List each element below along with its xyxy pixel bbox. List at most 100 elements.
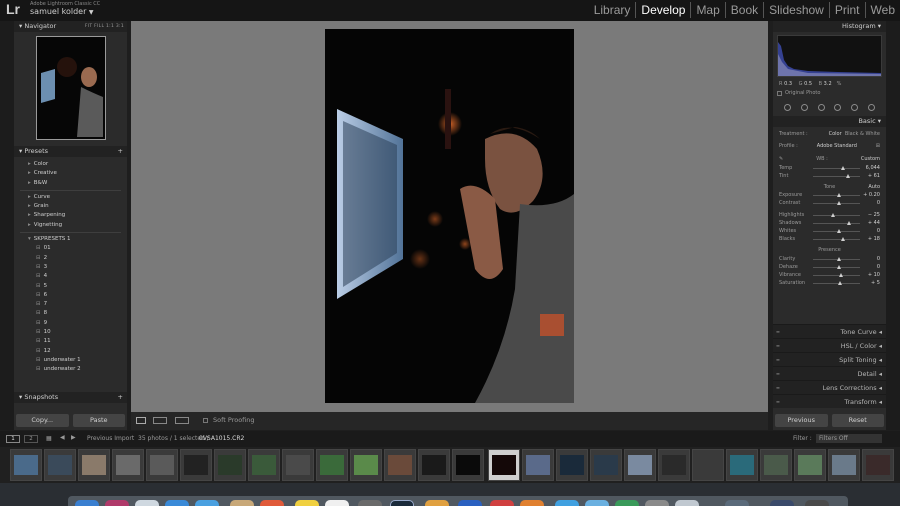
preset-item[interactable]: ⊟ 6 [14, 291, 127, 300]
module-map[interactable]: Map [690, 2, 724, 18]
page-2-button[interactable]: 2 [24, 435, 38, 443]
wb-eyedropper-icon[interactable]: ✎ [779, 155, 783, 163]
filmstrip-thumbnail[interactable] [794, 449, 826, 481]
safari-icon[interactable] [165, 500, 189, 506]
filmstrip-thumbnail[interactable] [522, 449, 554, 481]
add-snapshot-icon[interactable]: + [118, 392, 123, 403]
preset-item[interactable]: ⊟ 12 [14, 347, 127, 356]
adjustment-brush-icon[interactable] [868, 103, 876, 111]
snapshots-header[interactable]: ▾ Snapshots + [14, 392, 127, 403]
histogram[interactable] [777, 35, 882, 77]
notes-icon[interactable] [295, 500, 319, 506]
split-toning-panel[interactable]: ▬ Split Toning ◂ [773, 352, 886, 366]
preset-item[interactable]: ⊟ 3 [14, 263, 127, 272]
app-icon[interactable] [615, 500, 639, 506]
filmstrip-thumbnail[interactable] [10, 449, 42, 481]
module-develop[interactable]: Develop [635, 2, 690, 18]
preset-group[interactable]: ▸ Sharpening [14, 211, 127, 220]
preset-item[interactable]: ⊟ 11 [14, 337, 127, 346]
detail-panel[interactable]: ▬ Detail ◂ [773, 366, 886, 380]
vibrance-slider[interactable]: Vibrance + 10 [773, 271, 886, 279]
filmstrip-thumbnail[interactable] [146, 449, 178, 481]
module-slideshow[interactable]: Slideshow [763, 2, 829, 18]
user-identity[interactable]: samuel kolder ▼ [30, 7, 94, 16]
filmstrip-thumbnail[interactable] [384, 449, 416, 481]
app-icon[interactable] [358, 500, 382, 506]
original-photo-toggle[interactable]: Original Photo [773, 90, 886, 96]
filmstrip-thumbnail[interactable] [214, 449, 246, 481]
app-icon[interactable] [490, 500, 514, 506]
finder-icon[interactable] [75, 500, 99, 506]
filmstrip-thumbnail[interactable] [282, 449, 314, 481]
add-preset-icon[interactable]: + [118, 146, 123, 157]
preset-item[interactable]: ⊟ 01 [14, 244, 127, 253]
preset-item[interactable]: ⊟ underwater 1 [14, 356, 127, 365]
preset-group[interactable]: ▸ Creative [14, 169, 127, 178]
app-icon[interactable] [520, 500, 544, 506]
copy-button[interactable]: Copy... [16, 414, 69, 427]
exposure-slider[interactable]: Exposure + 0.20 [773, 191, 886, 199]
loupe-view-icon[interactable] [136, 417, 146, 424]
auto-tone-button[interactable]: Auto [868, 183, 880, 191]
crop-tool-icon[interactable] [783, 103, 791, 111]
trash-icon[interactable] [805, 500, 829, 506]
navigator-preview[interactable] [36, 36, 106, 140]
back-arrow-icon[interactable]: ◀ [60, 434, 65, 441]
right-panel-edge[interactable] [886, 21, 900, 430]
graduated-filter-icon[interactable] [834, 103, 842, 111]
preset-group[interactable]: ▸ Color [14, 160, 127, 169]
forward-arrow-icon[interactable]: ▶ [71, 434, 76, 441]
whites-slider[interactable]: Whites 0 [773, 227, 886, 235]
temp-slider[interactable]: Temp 6,044 [773, 164, 886, 172]
filmstrip-thumbnail[interactable] [418, 449, 450, 481]
filmstrip-thumbnail[interactable] [726, 449, 758, 481]
red-eye-icon[interactable] [817, 103, 825, 111]
filmstrip-thumbnail[interactable] [862, 449, 894, 481]
filmstrip-thumbnail[interactable] [692, 449, 724, 481]
filmstrip-thumbnail[interactable] [828, 449, 860, 481]
reminders-icon[interactable] [325, 500, 349, 506]
tint-slider[interactable]: Tint + 61 [773, 172, 886, 180]
lens-corrections-panel[interactable]: ▬ Lens Corrections ◂ [773, 380, 886, 394]
filmstrip-thumbnail-selected[interactable] [488, 449, 520, 481]
filmstrip-thumbnail[interactable] [452, 449, 484, 481]
navigator-header[interactable]: ▾ Navigator FIT FILL 1:1 3:1 [14, 21, 127, 32]
preset-item[interactable]: ⊟ 9 [14, 319, 127, 328]
previous-button[interactable]: Previous [775, 414, 828, 427]
clarity-slider[interactable]: Clarity 0 [773, 255, 886, 263]
filmstrip-thumbnail[interactable] [590, 449, 622, 481]
compare-icon[interactable] [175, 417, 189, 424]
highlights-slider[interactable]: Highlights − 25 [773, 211, 886, 219]
app-icon[interactable] [458, 500, 482, 506]
basic-header[interactable]: Basic ▾ [773, 116, 886, 127]
mail-icon[interactable] [195, 500, 219, 506]
module-print[interactable]: Print [828, 2, 865, 18]
app-icon[interactable] [645, 500, 669, 506]
preset-item[interactable]: ⊟ 10 [14, 328, 127, 337]
photo-preview[interactable] [325, 29, 574, 403]
histogram-header[interactable]: Histogram ▾ [773, 21, 886, 32]
app-icon[interactable] [425, 500, 449, 506]
app-icon[interactable] [675, 500, 699, 506]
navigator-zoom-options[interactable]: FIT FILL 1:1 3:1 [85, 21, 124, 32]
app-icon[interactable] [725, 500, 749, 506]
filmstrip-thumbnail[interactable] [44, 449, 76, 481]
module-book[interactable]: Book [724, 2, 763, 18]
filmstrip-thumbnail[interactable] [180, 449, 212, 481]
app-icon[interactable] [135, 500, 159, 506]
selected-filename[interactable]: 0VSA1015.CR2 [199, 435, 244, 442]
transform-panel[interactable]: ▬ Transform ◂ [773, 394, 886, 408]
filmstrip-thumbnail[interactable] [78, 449, 110, 481]
preset-item[interactable]: ⊟ 2 [14, 254, 127, 263]
radial-filter-icon[interactable] [851, 103, 859, 111]
calendar-icon[interactable] [260, 500, 284, 506]
preset-group[interactable]: ▸ Vignetting [14, 221, 127, 230]
presets-header[interactable]: ▾ Presets + [14, 146, 127, 157]
contacts-icon[interactable] [230, 500, 254, 506]
original-photo-checkbox[interactable] [777, 90, 782, 96]
dehaze-slider[interactable]: Dehaze 0 [773, 263, 886, 271]
before-after-icon[interactable] [153, 417, 167, 424]
preset-item[interactable]: ⊟ underwater 2 [14, 365, 127, 374]
preset-group-user[interactable]: ▾ SKPRESETS 1 [14, 235, 127, 244]
preset-group[interactable]: ▸ Grain [14, 202, 127, 211]
